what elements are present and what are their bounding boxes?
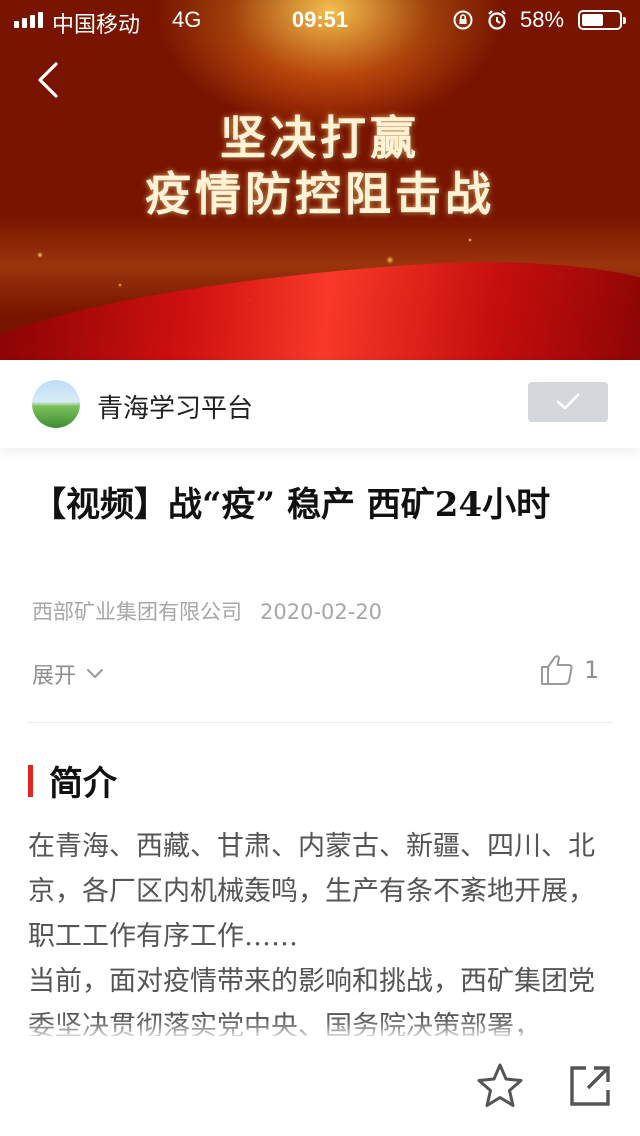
channel-bar: 青海学习平台: [0, 360, 640, 448]
alarm-icon: [488, 10, 506, 30]
expand-label: 展开: [32, 664, 77, 689]
divider: [28, 722, 612, 723]
video-player[interactable]: 坚决打赢 疫情防控阻击战: [0, 0, 640, 360]
section-accent-bar: [28, 764, 33, 797]
share-button[interactable]: [566, 1062, 614, 1110]
chevron-left-icon: [38, 62, 58, 98]
favorite-button[interactable]: [474, 1060, 526, 1112]
follow-button[interactable]: [528, 382, 608, 422]
battery-fill: [582, 14, 603, 26]
expand-button[interactable]: 展开: [32, 658, 104, 690]
like-count: 1: [584, 656, 600, 684]
back-button[interactable]: [30, 60, 70, 100]
like-button[interactable]: 1: [540, 654, 599, 686]
intro-paragraph: 在青海、西藏、甘肃、内蒙古、新疆、四川、北京，各厂区内机械轰鸣，生产有条不紊地开…: [28, 831, 595, 952]
article-date: 2020-02-20: [260, 600, 383, 624]
video-headline-line2: 疫情防控阻击战: [145, 167, 495, 221]
check-icon: [556, 393, 580, 410]
channel-name[interactable]: 青海学习平台: [97, 388, 253, 425]
intro-body: 在青海、西藏、甘肃、内蒙古、新疆、四川、北京，各厂区内机械轰鸣，生产有条不紊地开…: [28, 824, 618, 1049]
battery-percent: 58%: [520, 7, 565, 32]
article-meta: 西部矿业集团有限公司 2020-02-20: [32, 596, 382, 626]
star-icon: [477, 1063, 523, 1107]
intro-heading-label: 简介: [49, 764, 117, 804]
article-source: 西部矿业集团有限公司: [32, 600, 242, 624]
battery-icon: [578, 10, 626, 30]
bottom-toolbar: [0, 1036, 640, 1136]
thumbs-up-icon: [541, 655, 573, 685]
share-icon: [570, 1066, 610, 1106]
rotation-lock-icon: [453, 10, 473, 30]
chevron-down-icon: [87, 669, 104, 678]
status-bar: 中国移动 4G 09:51 58%: [0, 0, 640, 40]
status-icons: [452, 9, 508, 31]
channel-avatar[interactable]: [32, 380, 80, 428]
article-title: 【视频】战“疫” 稳产 西矿24小时: [32, 485, 551, 525]
intro-heading: 简介: [28, 756, 117, 805]
